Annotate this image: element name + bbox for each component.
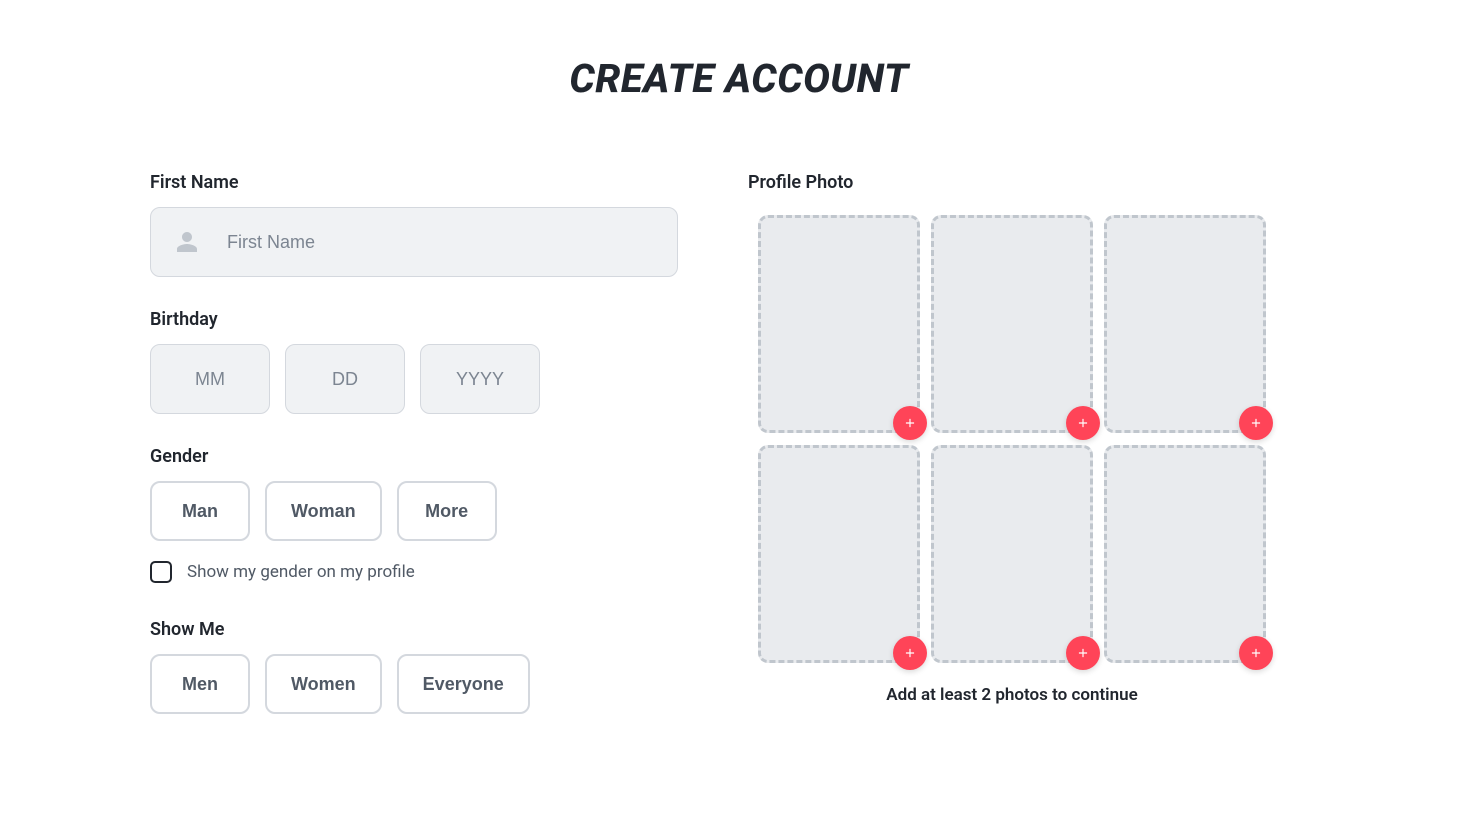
gender-label: Gender xyxy=(150,446,678,467)
gender-option-woman[interactable]: Woman xyxy=(265,481,382,541)
add-photo-button[interactable] xyxy=(1066,636,1100,670)
show-me-section: Show Me Men Women Everyone xyxy=(150,619,678,714)
first-name-section: First Name xyxy=(150,172,678,277)
add-photo-button[interactable] xyxy=(893,406,927,440)
add-photo-button[interactable] xyxy=(1239,636,1273,670)
plus-icon xyxy=(1076,416,1090,430)
plus-icon xyxy=(1249,416,1263,430)
gender-option-more[interactable]: More xyxy=(397,481,497,541)
plus-icon xyxy=(1249,646,1263,660)
photo-slot[interactable] xyxy=(931,215,1093,433)
plus-icon xyxy=(903,646,917,660)
show-me-option-men[interactable]: Men xyxy=(150,654,250,714)
first-name-label: First Name xyxy=(150,172,678,193)
show-me-option-everyone[interactable]: Everyone xyxy=(397,654,530,714)
photo-hint: Add at least 2 photos to continue xyxy=(758,685,1266,705)
photo-slot[interactable] xyxy=(931,445,1093,663)
page-title: CREATE ACCOUNT xyxy=(0,55,1478,102)
add-photo-button[interactable] xyxy=(893,636,927,670)
show-me-label: Show Me xyxy=(150,619,678,640)
photo-slot[interactable] xyxy=(758,445,920,663)
birthday-label: Birthday xyxy=(150,309,678,330)
gender-option-man[interactable]: Man xyxy=(150,481,250,541)
add-photo-button[interactable] xyxy=(1239,406,1273,440)
plus-icon xyxy=(903,416,917,430)
birthday-section: Birthday xyxy=(150,309,678,414)
photo-slot[interactable] xyxy=(1104,215,1266,433)
photo-grid xyxy=(758,215,1328,663)
plus-icon xyxy=(1076,646,1090,660)
first-name-input[interactable] xyxy=(150,207,678,277)
photo-slot[interactable] xyxy=(758,215,920,433)
show-gender-checkbox[interactable] xyxy=(150,561,172,583)
show-me-option-women[interactable]: Women xyxy=(265,654,382,714)
show-gender-label: Show my gender on my profile xyxy=(187,562,415,582)
birthday-day-input[interactable] xyxy=(285,344,405,414)
photo-slot[interactable] xyxy=(1104,445,1266,663)
add-photo-button[interactable] xyxy=(1066,406,1100,440)
person-icon xyxy=(175,230,199,254)
gender-section: Gender Man Woman More Show my gender on … xyxy=(150,446,678,583)
birthday-month-input[interactable] xyxy=(150,344,270,414)
birthday-year-input[interactable] xyxy=(420,344,540,414)
profile-photo-label: Profile Photo xyxy=(748,172,1328,193)
